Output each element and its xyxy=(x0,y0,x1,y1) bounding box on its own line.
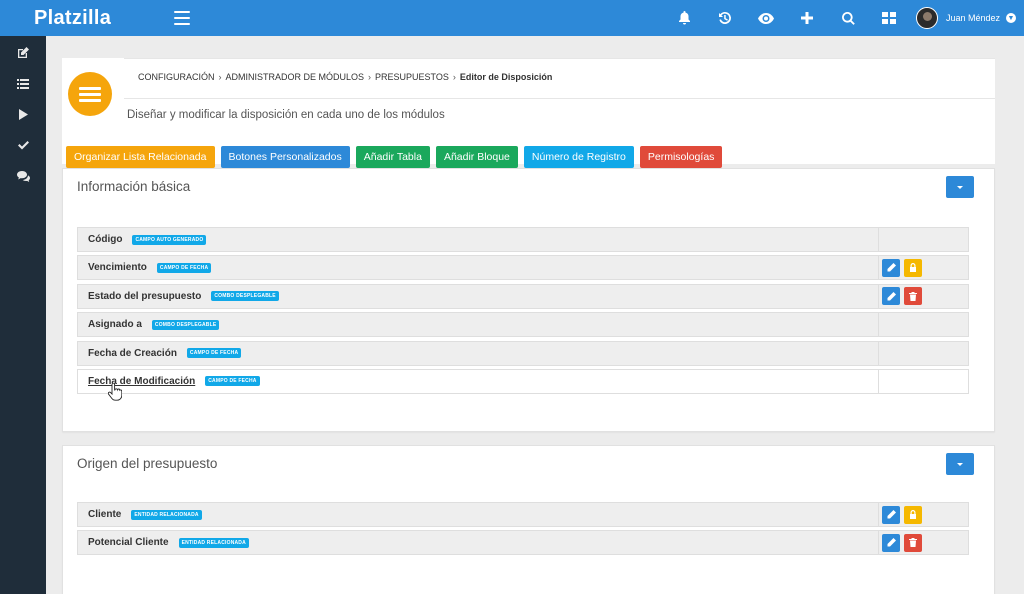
block-title: Origen del presupuesto xyxy=(77,456,218,471)
module-icon xyxy=(68,72,112,116)
lock-field-button[interactable] xyxy=(904,258,922,277)
field-type-badge: CAMPO DE FECHA xyxy=(156,262,212,273)
field-label[interactable]: Asignado a xyxy=(88,319,142,330)
edit-icon[interactable] xyxy=(0,37,46,68)
field-list: Código CAMPO AUTO GENERADO Vencimiento C… xyxy=(77,227,969,397)
field-row[interactable]: Cliente ENTIDAD RELACIONADA xyxy=(77,502,969,527)
breadcrumb-item[interactable]: ADMINISTRADOR DE MÓDULOS xyxy=(226,72,365,82)
block-title: Información básica xyxy=(77,179,191,194)
field-label[interactable]: Fecha de Modificación xyxy=(88,376,195,387)
pencil-icon xyxy=(887,263,896,272)
top-icons: Juan Méndez ▼ xyxy=(664,0,1024,36)
custom-buttons-button[interactable]: Botones Personalizados xyxy=(220,146,350,168)
delete-field-button[interactable] xyxy=(904,533,922,552)
field-row[interactable]: Estado del presupuesto COMBO DESPLEGABLE xyxy=(77,283,969,309)
edit-field-button[interactable] xyxy=(882,505,900,524)
search-icon[interactable] xyxy=(828,0,869,36)
block-informacion-basica: Información básica Código CAMPO AUTO GEN… xyxy=(62,168,995,432)
top-bar: Platzilla Juan Méndez ▼ xyxy=(0,0,1024,36)
page-subtitle: Diseñar y modificar la disposición en ca… xyxy=(127,109,445,121)
avatar[interactable] xyxy=(915,7,938,29)
check-icon[interactable] xyxy=(0,130,46,161)
sidebar xyxy=(0,36,46,594)
lock-field-button[interactable] xyxy=(904,505,922,524)
edit-field-button[interactable] xyxy=(882,533,900,552)
pencil-icon xyxy=(887,538,896,547)
caret-down-icon xyxy=(957,462,963,466)
scrollbar[interactable] xyxy=(1016,36,1024,594)
trash-icon xyxy=(909,291,917,301)
eye-icon[interactable] xyxy=(746,0,787,36)
block-origen-presupuesto: Origen del presupuesto Cliente ENTIDAD R… xyxy=(62,445,995,594)
lock-icon xyxy=(910,263,916,273)
field-type-badge: COMBO DESPLEGABLE xyxy=(151,319,220,330)
list-icon[interactable] xyxy=(0,68,46,99)
field-label[interactable]: Fecha de Creación xyxy=(88,348,177,359)
field-list: Cliente ENTIDAD RELACIONADA Potencial Cl… xyxy=(77,502,969,559)
chat-icon[interactable] xyxy=(0,161,46,192)
bell-icon[interactable] xyxy=(664,0,705,36)
field-type-badge: CAMPO AUTO GENERADO xyxy=(132,234,207,245)
add-block-button[interactable]: Añadir Bloque xyxy=(435,146,518,168)
field-row[interactable]: Potencial Cliente ENTIDAD RELACIONADA xyxy=(77,530,969,556)
block-dropdown-button[interactable] xyxy=(946,453,974,475)
field-label[interactable]: Vencimiento xyxy=(88,262,147,273)
grid-icon[interactable] xyxy=(869,0,910,36)
record-number-button[interactable]: Número de Registro xyxy=(523,146,634,168)
field-label[interactable]: Estado del presupuesto xyxy=(88,291,201,302)
field-type-badge: ENTIDAD RELACIONADA xyxy=(131,509,202,520)
organize-related-list-button[interactable]: Organizar Lista Relacionada xyxy=(66,146,215,168)
hand-cursor-icon xyxy=(108,383,122,401)
breadcrumb: CONFIGURACIÓN › ADMINISTRADOR DE MÓDULOS… xyxy=(138,72,553,82)
caret-down-icon xyxy=(957,185,963,189)
field-row[interactable]: Fecha de Modificación CAMPO DE FECHA xyxy=(77,368,969,394)
user-name[interactable]: Juan Méndez xyxy=(946,13,1000,23)
field-type-badge: COMBO DESPLEGABLE xyxy=(211,291,279,302)
breadcrumb-item[interactable]: PRESUPUESTOS xyxy=(375,72,449,82)
field-type-badge: ENTIDAD RELACIONADA xyxy=(178,537,249,548)
block-dropdown-button[interactable] xyxy=(946,176,974,198)
play-icon[interactable] xyxy=(0,99,46,130)
delete-field-button[interactable] xyxy=(904,287,922,306)
trash-icon xyxy=(909,538,917,548)
permissions-button[interactable]: Permisologías xyxy=(639,146,723,168)
pencil-icon xyxy=(887,510,896,519)
plus-icon[interactable] xyxy=(787,0,828,36)
main-content: CONFIGURACIÓN › ADMINISTRADOR DE MÓDULOS… xyxy=(46,36,1016,594)
field-label[interactable]: Cliente xyxy=(88,509,121,520)
breadcrumb-current: Editor de Disposición xyxy=(459,72,553,82)
field-type-badge: CAMPO DE FECHA xyxy=(186,348,242,359)
chevron-down-icon[interactable]: ▼ xyxy=(1006,13,1016,23)
field-row[interactable]: Código CAMPO AUTO GENERADO xyxy=(77,227,969,252)
edit-field-button[interactable] xyxy=(882,258,900,277)
field-label[interactable]: Código xyxy=(88,234,122,245)
field-type-badge: CAMPO DE FECHA xyxy=(205,376,260,387)
add-table-button[interactable]: Añadir Tabla xyxy=(355,146,430,168)
user-menu[interactable]: Juan Méndez ▼ xyxy=(915,7,1016,29)
pencil-icon xyxy=(887,291,896,301)
breadcrumb-item[interactable]: CONFIGURACIÓN xyxy=(138,72,215,82)
field-row[interactable]: Fecha de Creación CAMPO DE FECHA xyxy=(77,340,969,366)
history-icon[interactable] xyxy=(705,0,746,36)
field-row[interactable]: Vencimiento CAMPO DE FECHA xyxy=(77,255,969,281)
brand-logo[interactable]: Platzilla xyxy=(0,7,111,30)
lock-icon xyxy=(910,510,916,519)
action-toolbar: Organizar Lista Relacionada Botones Pers… xyxy=(66,146,723,168)
menu-toggle-icon[interactable] xyxy=(174,11,190,25)
field-row[interactable]: Asignado a COMBO DESPLEGABLE xyxy=(77,312,969,338)
field-label[interactable]: Potencial Cliente xyxy=(88,537,169,548)
edit-field-button[interactable] xyxy=(882,287,900,306)
